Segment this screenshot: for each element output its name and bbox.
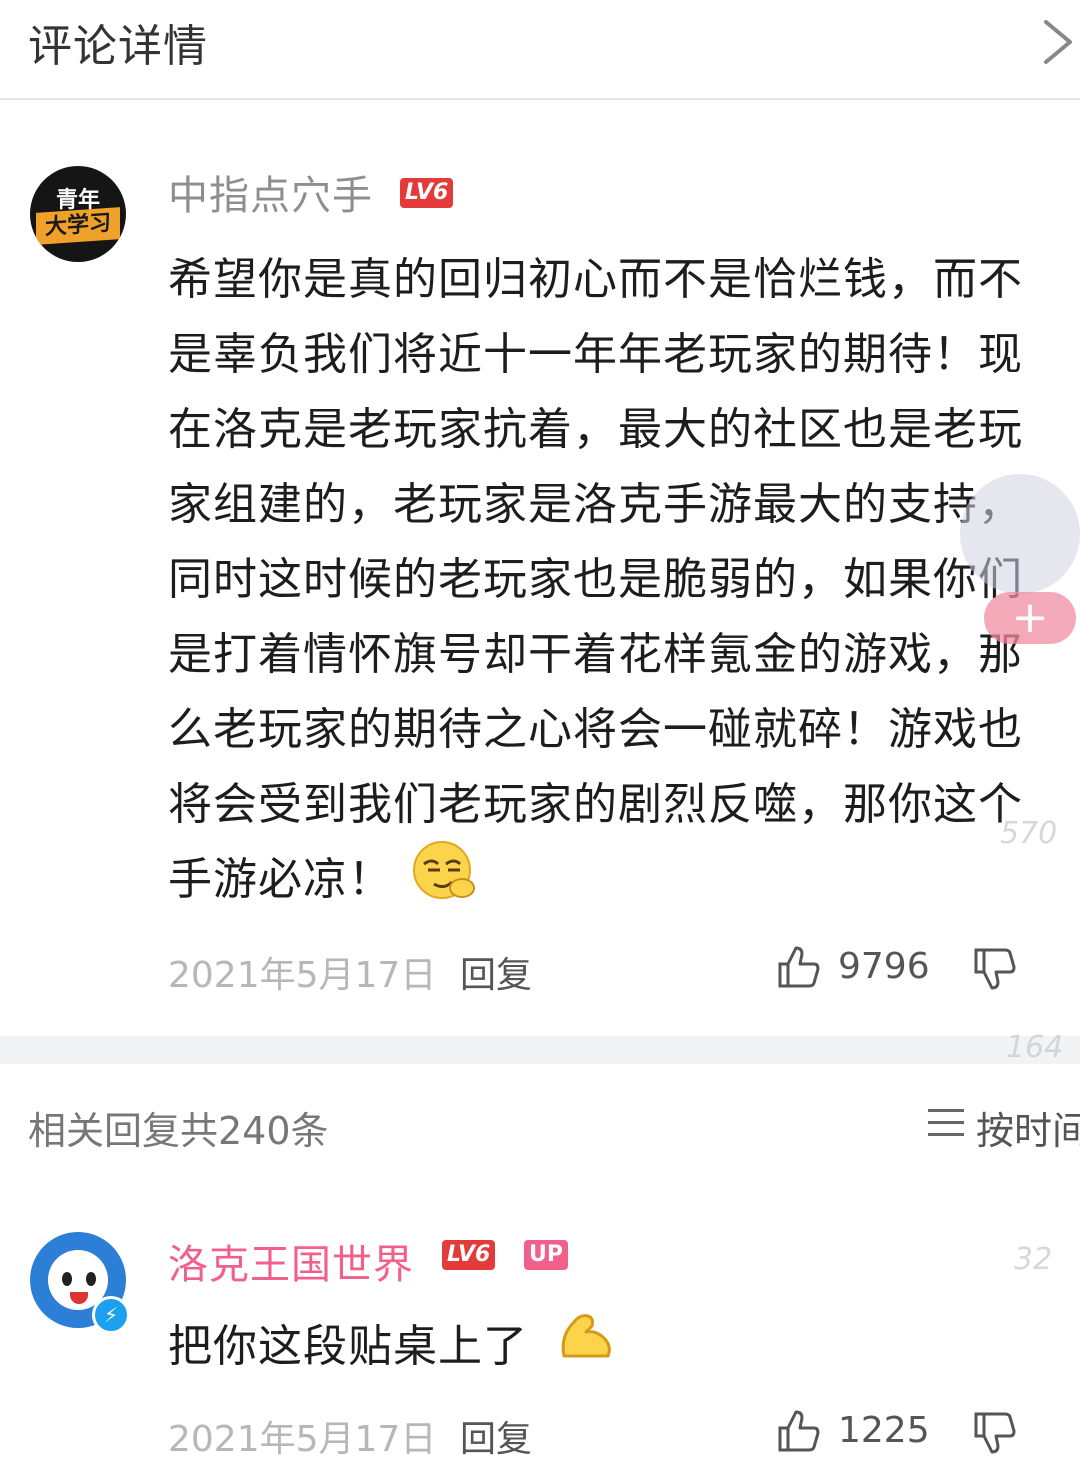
- smirk-emoji-icon: [413, 841, 475, 899]
- comment-date: 2021年5月17日: [168, 955, 437, 996]
- comment-text-line: 同时这时候的老玩家也是脆弱的，如果你们: [168, 554, 1023, 605]
- reply-button[interactable]: 回复: [460, 946, 532, 998]
- follow-plus-button[interactable]: +: [984, 592, 1076, 644]
- comment-text-line: 是打着情怀旗号却干着花样氪金的游戏，那: [168, 629, 1023, 680]
- reply-like-count: 1225: [838, 1410, 930, 1451]
- reply-level-badge: LV6: [442, 1240, 496, 1270]
- thumbs-up-icon[interactable]: [776, 944, 822, 990]
- level-badge: LV6: [400, 178, 454, 208]
- like-count: 9796: [838, 946, 930, 987]
- avatar-eye: [62, 1272, 72, 1286]
- avatar[interactable]: 青年 大学习: [30, 166, 126, 262]
- section-divider: [0, 1036, 1080, 1064]
- menu-icon[interactable]: [926, 1106, 966, 1140]
- chevron-right-icon[interactable]: [1030, 14, 1080, 70]
- floating-avatar[interactable]: [960, 474, 1080, 594]
- flexed-biceps-icon: [561, 1314, 611, 1358]
- reply-text: 把你这段贴桌上了: [168, 1321, 528, 1372]
- overlay-comment-counter: 164: [1006, 1030, 1064, 1065]
- reply-date: 2021年5月17日: [168, 1419, 437, 1460]
- comment-text-line: 家组建的，老玩家是洛克手游最大的支持，: [168, 479, 1023, 530]
- sort-by-time-button[interactable]: 按时间: [976, 1100, 1080, 1155]
- overlay-share-counter: 32: [1014, 1242, 1053, 1277]
- thumbs-down-icon[interactable]: [972, 946, 1018, 992]
- up-badge: UP: [524, 1240, 568, 1270]
- top-bar: 评论详情: [0, 0, 1080, 100]
- comment-username[interactable]: 中指点穴手: [168, 163, 373, 221]
- comment-text-line: 手游必凉！: [168, 854, 393, 905]
- page-title: 评论详情: [28, 21, 208, 72]
- reply-reply-button[interactable]: 回复: [460, 1410, 532, 1462]
- avatar-band-text: 大学习: [36, 207, 120, 245]
- comment-text-line: 将会受到我们老玩家的剧烈反噬，那你这个: [168, 779, 1023, 830]
- replies-count-label: 相关回复共240条: [28, 1109, 329, 1153]
- overlay-like-counter: 570: [1000, 816, 1058, 851]
- comment-text-line: 在洛克是老玩家抗着，最大的社区也是老玩: [168, 404, 1023, 455]
- thumbs-up-icon[interactable]: [776, 1408, 822, 1454]
- comment-text-line: 希望你是真的回归初心而不是恰烂钱，而不: [168, 254, 1023, 305]
- thumbs-down-icon[interactable]: [972, 1410, 1018, 1456]
- avatar-eye: [86, 1272, 96, 1286]
- reply-username[interactable]: 洛克王国世界: [168, 1232, 414, 1290]
- comment-text-line: 是辜负我们将近十一年年老玩家的期待！现: [168, 329, 1023, 380]
- comment-text-line: 么老玩家的期待之心将会一碰就碎！游戏也: [168, 704, 1023, 755]
- lightning-verified-icon: ⚡: [92, 1296, 130, 1334]
